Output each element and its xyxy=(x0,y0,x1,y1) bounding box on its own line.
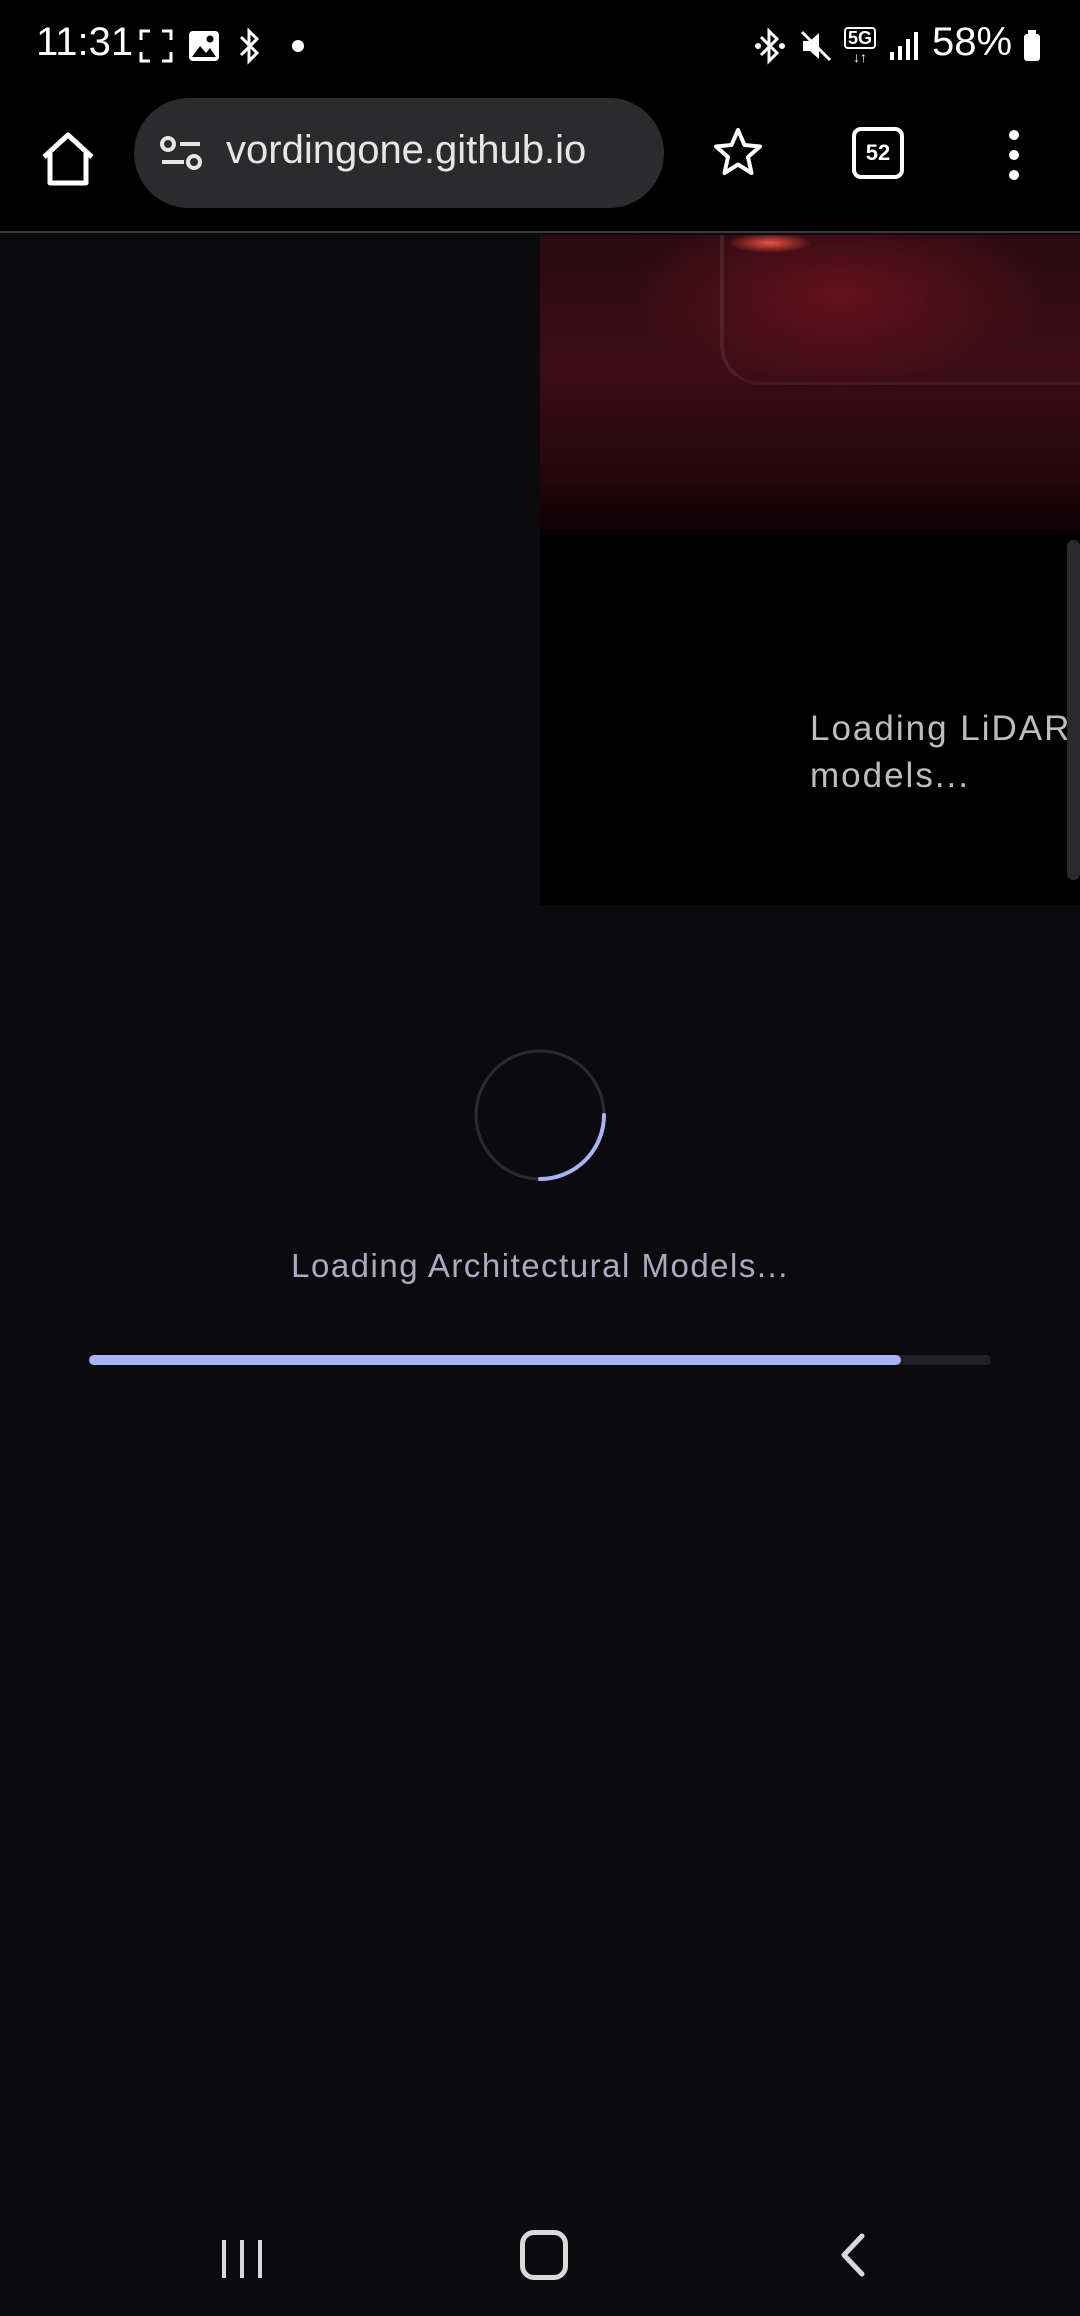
progress-fill xyxy=(89,1355,901,1365)
notification-dot-icon xyxy=(288,24,308,68)
battery-icon xyxy=(1018,24,1046,68)
recent-apps-button[interactable] xyxy=(218,2236,266,2282)
bluetooth-connected-icon xyxy=(752,24,788,68)
signal-icon xyxy=(884,24,924,68)
lidar-panel: Loading LiDAR models... xyxy=(540,235,1080,905)
screenshot-icon xyxy=(136,24,176,68)
loading-progress-bar xyxy=(89,1355,991,1365)
phone-screen: 11:31 5G ↓↑ 58% vordingone.github.io 52 … xyxy=(0,0,1080,2316)
tab-count: 52 xyxy=(865,140,891,165)
bookmark-star-icon[interactable] xyxy=(710,125,766,181)
back-button[interactable] xyxy=(832,2230,872,2280)
camera-feed-image xyxy=(540,235,1080,535)
home-button[interactable] xyxy=(520,2230,568,2280)
lidar-loading-text: Loading LiDAR models... xyxy=(810,709,1072,795)
tab-switcher-button[interactable]: 52 xyxy=(852,127,904,179)
mute-icon xyxy=(796,24,836,68)
status-time: 11:31 xyxy=(36,20,134,64)
network-type-label: 5G xyxy=(843,27,876,49)
loading-spinner-icon xyxy=(474,1049,606,1181)
home-icon[interactable] xyxy=(36,127,100,191)
loading-status-text: Loading Architectural Models... xyxy=(291,1247,789,1284)
browser-toolbar: vordingone.github.io 52 xyxy=(0,95,1080,233)
5g-icon: 5G ↓↑ xyxy=(840,24,880,68)
more-options-icon[interactable] xyxy=(1000,123,1028,187)
bluetooth-icon xyxy=(232,24,268,68)
navigation-bar xyxy=(0,2196,1080,2316)
gallery-icon xyxy=(184,24,224,68)
site-settings-icon[interactable] xyxy=(156,128,206,178)
status-bar: 11:31 5G ↓↑ 58% xyxy=(0,0,1080,95)
url-text[interactable]: vordingone.github.io xyxy=(226,128,656,173)
scrollbar[interactable] xyxy=(1067,540,1080,880)
address-bar[interactable]: vordingone.github.io xyxy=(134,98,664,208)
camera-feed-shape xyxy=(720,235,1080,385)
battery-percentage: 58% xyxy=(932,20,1013,64)
page-content: Loading LiDAR models... Loading Architec… xyxy=(0,235,1080,2195)
